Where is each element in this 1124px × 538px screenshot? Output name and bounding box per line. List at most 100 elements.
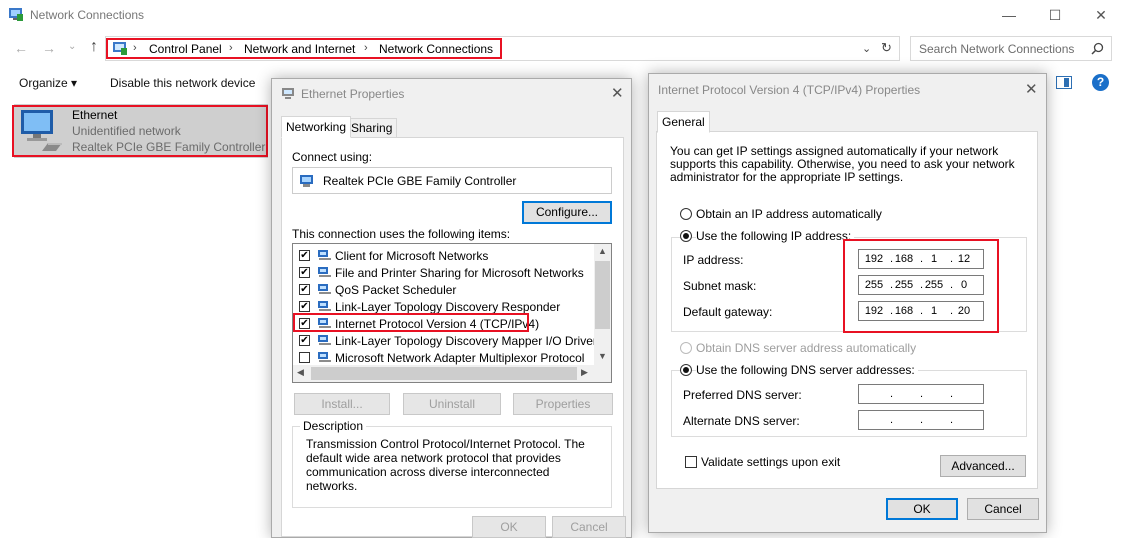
description-label: Description <box>300 419 367 433</box>
search-input[interactable]: Search Network Connections <box>910 36 1112 61</box>
protocol-icon <box>318 250 331 260</box>
close-icon[interactable]: ✕ <box>611 84 624 102</box>
protocol-icon <box>318 335 331 345</box>
tab-general[interactable]: General <box>657 111 710 133</box>
network-folder-icon <box>9 8 23 21</box>
scroll-down-icon[interactable]: ▼ <box>598 351 607 361</box>
dialog-title: Internet Protocol Version 4 (TCP/IPv4) P… <box>658 83 921 97</box>
obtain-dns-auto-radio[interactable] <box>680 342 692 354</box>
list-item-label: Microsoft Network Adapter Multiplexor Pr… <box>335 351 585 365</box>
preview-pane-icon[interactable] <box>1056 76 1072 89</box>
obtain-dns-auto-label: Obtain DNS server address automatically <box>696 341 917 355</box>
back-arrow-icon[interactable]: ← <box>14 40 28 56</box>
properties-button[interactable]: Properties <box>513 393 613 415</box>
list-item-label: File and Printer Sharing for Microsoft N… <box>335 266 584 280</box>
forward-arrow-icon[interactable]: → <box>42 40 56 56</box>
dialog-title: Ethernet Properties <box>301 87 405 101</box>
up-arrow-icon[interactable]: ↑ <box>90 38 98 56</box>
ip-address-field[interactable]: 192. 168. 1. 12 <box>858 249 984 269</box>
breadcrumb-network-and-internet[interactable]: Network and Internet <box>244 42 355 56</box>
ethernet-properties-dialog: Ethernet Properties ✕ Networking Sharing… <box>271 78 632 538</box>
ethernet-properties-icon <box>282 88 294 99</box>
network-adapter-icon <box>300 175 313 187</box>
horizontal-scrollbar[interactable]: ◀ ▶ <box>293 365 611 382</box>
tab-networking[interactable]: Networking <box>281 116 352 138</box>
scroll-right-icon[interactable]: ▶ <box>581 367 588 378</box>
item-checkbox[interactable]: ✔ <box>299 318 310 329</box>
ipv4-properties-dialog: Internet Protocol Version 4 (TCP/IPv4) P… <box>648 73 1047 533</box>
validate-checkbox[interactable] <box>685 456 697 468</box>
cancel-button[interactable]: Cancel <box>967 498 1039 520</box>
item-checkbox[interactable]: ✔ <box>299 284 310 295</box>
item-checkbox[interactable]: ✔ <box>299 250 310 261</box>
maximize-button[interactable]: ☐ <box>1032 0 1078 30</box>
configure-button[interactable]: Configure... <box>522 201 612 224</box>
breadcrumb-network-connections[interactable]: Network Connections <box>379 42 493 56</box>
use-ip-radio[interactable] <box>680 230 692 242</box>
item-checkbox[interactable]: ✔ <box>299 301 310 312</box>
tab-sharing[interactable]: Sharing <box>346 118 398 138</box>
alternate-dns-field[interactable]: ... <box>858 410 984 430</box>
item-checkbox[interactable] <box>299 352 310 363</box>
ok-button[interactable]: OK <box>472 516 546 538</box>
ip-address-label: IP address: <box>683 253 744 267</box>
adapter-field: Realtek PCIe GBE Family Controller <box>292 167 612 194</box>
use-ip-label: Use the following IP address: <box>696 229 855 243</box>
obtain-ip-auto-radio[interactable] <box>680 208 692 220</box>
preferred-dns-field[interactable]: ... <box>858 384 984 404</box>
list-item[interactable]: ✔ Link-Layer Topology Discovery Responder <box>299 298 589 315</box>
default-gateway-label: Default gateway: <box>683 305 773 319</box>
close-window-button[interactable]: ✕ <box>1078 0 1124 30</box>
cancel-button[interactable]: Cancel <box>552 516 626 538</box>
search-icon <box>1091 42 1104 55</box>
preferred-dns-label: Preferred DNS server: <box>683 388 802 402</box>
organize-button[interactable]: Organize ▾ <box>19 76 77 90</box>
breadcrumb-separator: › <box>364 42 368 54</box>
minimize-button[interactable]: — <box>986 0 1032 30</box>
scrollbar-thumb[interactable] <box>595 261 610 329</box>
list-item[interactable]: Microsoft Network Adapter Multiplexor Pr… <box>299 349 589 366</box>
protocol-icon <box>318 301 331 311</box>
list-item-label: QoS Packet Scheduler <box>335 283 457 297</box>
connection-name: Ethernet <box>72 108 118 122</box>
breadcrumb-separator: › <box>133 42 137 54</box>
advanced-button[interactable]: Advanced... <box>940 455 1026 477</box>
vertical-scrollbar[interactable]: ▲ ▼ <box>594 244 611 365</box>
disable-device-button[interactable]: Disable this network device <box>110 76 255 90</box>
uninstall-button[interactable]: Uninstall <box>403 393 501 415</box>
list-item-label: Client for Microsoft Networks <box>335 249 489 263</box>
use-dns-label: Use the following DNS server addresses: <box>696 363 918 377</box>
default-gateway-field[interactable]: 192. 168. 1. 20 <box>858 301 984 321</box>
scroll-up-icon[interactable]: ▲ <box>598 246 607 256</box>
obtain-ip-auto-label: Obtain an IP address automatically <box>696 207 882 221</box>
close-icon[interactable]: ✕ <box>1025 80 1038 98</box>
scroll-left-icon[interactable]: ◀ <box>297 367 304 378</box>
item-checkbox[interactable]: ✔ <box>299 335 310 346</box>
connection-status: Unidentified network <box>72 124 181 138</box>
use-dns-radio[interactable] <box>680 364 692 376</box>
networking-panel: Connect using: Realtek PCIe GBE Family C… <box>281 137 624 537</box>
install-button[interactable]: Install... <box>294 393 390 415</box>
items-list[interactable]: ✔ Client for Microsoft Networks ✔ File and … <box>292 243 612 383</box>
item-checkbox[interactable]: ✔ <box>299 267 310 278</box>
list-item[interactable]: ✔ Client for Microsoft Networks <box>299 247 589 264</box>
list-item-label: Link-Layer Topology Discovery Responder <box>335 300 561 314</box>
protocol-icon <box>318 352 331 362</box>
address-bar[interactable] <box>105 36 900 61</box>
list-item-label: Internet Protocol Version 4 (TCP/IPv4) <box>335 317 540 331</box>
list-item[interactable]: ✔ File and Printer Sharing for Microsoft … <box>299 264 589 281</box>
protocol-icon <box>318 318 331 328</box>
breadcrumb-separator: › <box>229 42 233 54</box>
help-icon[interactable]: ? <box>1092 74 1109 91</box>
list-item[interactable]: ✔ Link-Layer Topology Discovery Mapper I/… <box>299 332 597 349</box>
subnet-mask-field[interactable]: 255. 255. 255. 0 <box>858 275 984 295</box>
list-item[interactable]: ✔ QoS Packet Scheduler <box>299 281 589 298</box>
refresh-icon[interactable]: ↻ <box>881 40 892 56</box>
address-dropdown-chevron-icon[interactable]: ⌄ <box>862 42 871 55</box>
breadcrumb-control-panel[interactable]: Control Panel <box>149 42 222 56</box>
recent-chevron-icon[interactable]: ⌄ <box>68 41 76 52</box>
connect-using-label: Connect using: <box>292 150 373 164</box>
ok-button[interactable]: OK <box>886 498 958 520</box>
list-item[interactable]: ✔ Internet Protocol Version 4 (TCP/IPv4) <box>299 315 589 332</box>
hscroll-thumb[interactable] <box>311 367 577 380</box>
